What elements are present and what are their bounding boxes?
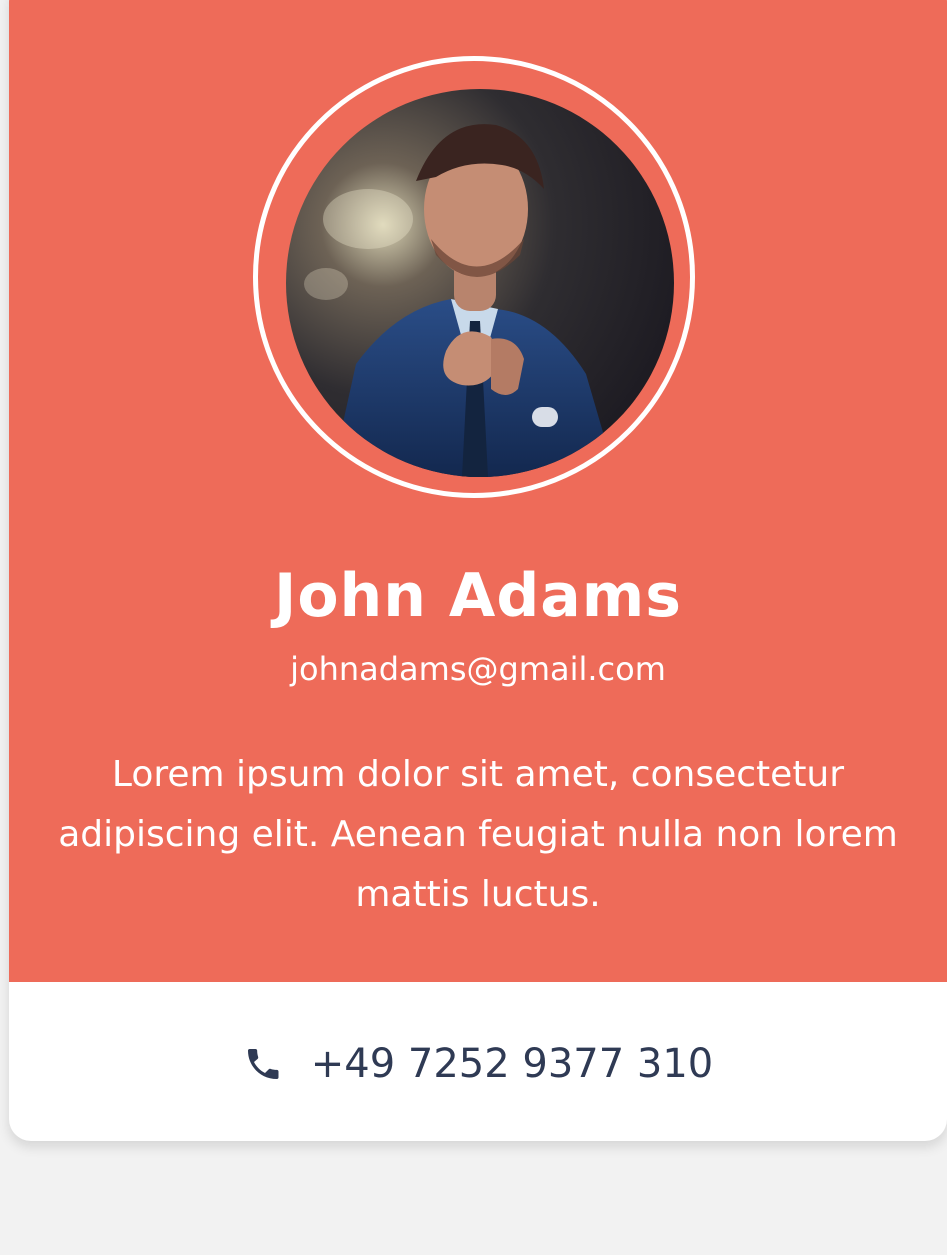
profile-header: John Adams johnadams@gmail.com Lorem ips… bbox=[9, 0, 947, 982]
profile-name: John Adams bbox=[274, 561, 682, 631]
profile-email: johnadams@gmail.com bbox=[290, 650, 666, 688]
phone-link[interactable]: +49 7252 9377 310 bbox=[311, 1039, 714, 1089]
avatar bbox=[286, 89, 674, 477]
profile-card: John Adams johnadams@gmail.com Lorem ips… bbox=[9, 0, 947, 1141]
contact-row: +49 7252 9377 310 bbox=[9, 1024, 947, 1104]
phone-icon bbox=[247, 1049, 279, 1079]
avatar-photo bbox=[286, 89, 674, 477]
profile-bio: Lorem ipsum dolor sit amet, consectetur … bbox=[58, 754, 898, 915]
